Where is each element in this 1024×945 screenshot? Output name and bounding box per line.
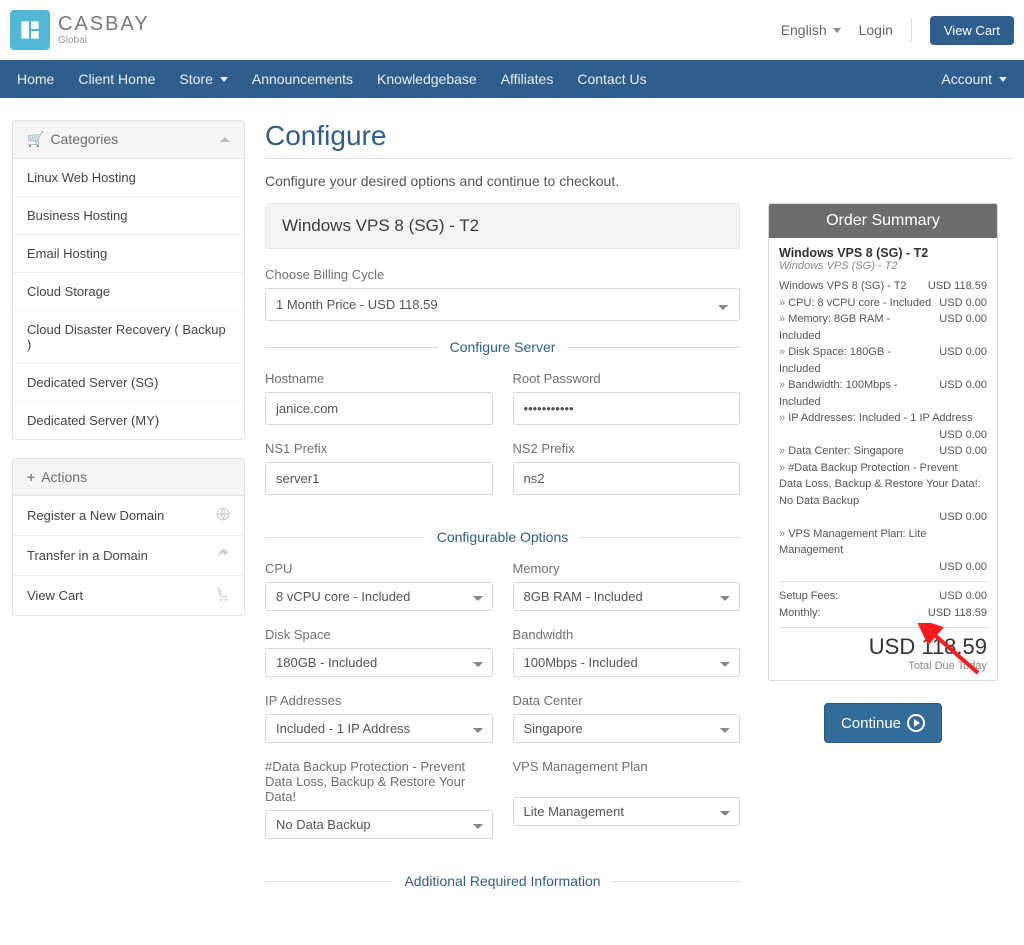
bandwidth-label: Bandwidth	[513, 627, 741, 642]
ip-label: IP Addresses	[265, 693, 493, 708]
summary-line: Disk Space: 180GB - IncludedUSD 0.00	[779, 344, 987, 377]
page-subtitle: Configure your desired options and conti…	[265, 173, 1012, 189]
share-icon	[216, 547, 230, 564]
nav-knowledgebase[interactable]: Knowledgebase	[365, 60, 489, 98]
disk-label: Disk Space	[265, 627, 493, 642]
monthly-value: USD 118.59	[928, 605, 987, 622]
summary-line: VPS Management Plan: Lite Management	[779, 526, 987, 559]
total-label: Total Due Today	[779, 660, 987, 672]
nav-contact[interactable]: Contact Us	[565, 60, 658, 98]
language-dropdown[interactable]: English	[781, 22, 841, 38]
nav-affiliates[interactable]: Affiliates	[489, 60, 566, 98]
summary-line: Memory: 8GB RAM - IncludedUSD 0.00	[779, 311, 987, 344]
summary-line: IP Addresses: Included - 1 IP Address	[779, 410, 987, 427]
ip-select[interactable]: Included - 1 IP Address	[265, 714, 493, 743]
action-register-domain[interactable]: Register a New Domain	[13, 496, 244, 536]
setup-fees-value: USD 0.00	[939, 588, 987, 605]
configure-server-heading: Configure Server	[265, 339, 740, 355]
backup-select[interactable]: No Data Backup	[265, 810, 493, 839]
setup-fees-label: Setup Fees:	[779, 588, 933, 605]
sidebar-category-item[interactable]: Dedicated Server (MY)	[13, 402, 244, 439]
view-cart-button[interactable]: View Cart	[930, 16, 1014, 45]
cart-icon: 🛒	[27, 131, 44, 147]
nav-client-home[interactable]: Client Home	[66, 60, 167, 98]
summary-line: Data Center: SingaporeUSD 0.00	[779, 443, 987, 460]
action-view-cart[interactable]: View Cart	[13, 576, 244, 615]
total-amount: USD 118.59	[779, 634, 987, 660]
topbar: CASBAY Global English Login View Cart	[0, 0, 1024, 60]
sidebar-category-item[interactable]: Cloud Disaster Recovery ( Backup )	[13, 311, 244, 364]
mgmt-select[interactable]: Lite Management	[513, 797, 741, 826]
main-nav: Home Client Home Store Announcements Kno…	[0, 60, 1024, 98]
sidebar-category-item[interactable]: Business Hosting	[13, 197, 244, 235]
arrow-right-icon	[907, 714, 925, 732]
additional-info-heading: Additional Required Information	[265, 873, 740, 889]
brand-sub: Global	[58, 36, 150, 46]
actions-panel: +Actions Register a New Domain Transfer …	[12, 458, 245, 616]
disk-select[interactable]: 180GB - Included	[265, 648, 493, 677]
summary-line: Windows VPS 8 (SG) - T2USD 118.59	[779, 278, 987, 295]
configurable-options-heading: Configurable Options	[265, 529, 740, 545]
dc-label: Data Center	[513, 693, 741, 708]
brand-name: CASBAY	[58, 14, 150, 34]
monthly-label: Monthly:	[779, 605, 922, 622]
memory-label: Memory	[513, 561, 741, 576]
sidebar-category-item[interactable]: Email Hosting	[13, 235, 244, 273]
page-title: Configure	[265, 120, 1012, 152]
categories-panel: 🛒Categories Linux Web HostingBusiness Ho…	[12, 120, 245, 440]
ns1-label: NS1 Prefix	[265, 441, 493, 456]
cpu-select[interactable]: 8 vCPU core - Included	[265, 582, 493, 611]
summary-product-title: Windows VPS 8 (SG) - T2	[779, 246, 987, 260]
nav-account[interactable]: Account	[929, 60, 1019, 98]
caret-down-icon	[220, 77, 228, 82]
summary-line: Bandwidth: 100Mbps - IncludedUSD 0.00	[779, 377, 987, 410]
hostname-label: Hostname	[265, 371, 493, 386]
categories-list: Linux Web HostingBusiness HostingEmail H…	[13, 159, 244, 439]
ns1-input[interactable]	[265, 462, 493, 495]
actions-header[interactable]: +Actions	[13, 459, 244, 496]
billing-cycle-select[interactable]: 1 Month Price - USD 118.59	[265, 288, 740, 321]
sidebar-category-item[interactable]: Linux Web Hosting	[13, 159, 244, 197]
cart-icon	[216, 587, 230, 604]
dc-select[interactable]: Singapore	[513, 714, 741, 743]
caret-down-icon	[999, 77, 1007, 82]
summary-line: #Data Backup Protection - Prevent Data L…	[779, 460, 987, 510]
product-name-box: Windows VPS 8 (SG) - T2	[265, 203, 740, 249]
summary-line: CPU: 8 vCPU core - IncludedUSD 0.00	[779, 295, 987, 312]
ns2-input[interactable]	[513, 462, 741, 495]
order-summary: Order Summary Windows VPS 8 (SG) - T2 Wi…	[768, 203, 998, 681]
root-password-input[interactable]	[513, 392, 741, 425]
logo[interactable]: CASBAY Global	[10, 10, 150, 50]
sidebar-category-item[interactable]: Cloud Storage	[13, 273, 244, 311]
plus-icon: +	[27, 469, 35, 485]
logo-mark-icon	[10, 10, 50, 50]
chevron-up-icon	[220, 137, 230, 142]
order-summary-title: Order Summary	[769, 204, 997, 238]
backup-label: #Data Backup Protection - Prevent Data L…	[265, 759, 493, 804]
summary-product-sub: Windows VPS (SG) - T2	[779, 260, 987, 272]
bandwidth-select[interactable]: 100Mbps - Included	[513, 648, 741, 677]
globe-icon	[216, 507, 230, 524]
hostname-input[interactable]	[265, 392, 493, 425]
mgmt-label: VPS Management Plan	[513, 759, 741, 791]
nav-home[interactable]: Home	[5, 60, 66, 98]
cpu-label: CPU	[265, 561, 493, 576]
summary-line: USD 0.00	[779, 427, 987, 444]
memory-select[interactable]: 8GB RAM - Included	[513, 582, 741, 611]
root-password-label: Root Password	[513, 371, 741, 386]
login-link[interactable]: Login	[859, 22, 893, 38]
summary-line: USD 0.00	[779, 509, 987, 526]
categories-header[interactable]: 🛒Categories	[13, 121, 244, 159]
continue-button[interactable]: Continue	[824, 703, 942, 743]
summary-line: USD 0.00	[779, 559, 987, 576]
sidebar-category-item[interactable]: Dedicated Server (SG)	[13, 364, 244, 402]
caret-down-icon	[833, 28, 841, 33]
nav-store[interactable]: Store	[167, 60, 239, 98]
nav-announcements[interactable]: Announcements	[240, 60, 365, 98]
ns2-label: NS2 Prefix	[513, 441, 741, 456]
action-transfer-domain[interactable]: Transfer in a Domain	[13, 536, 244, 576]
billing-cycle-label: Choose Billing Cycle	[265, 267, 740, 282]
